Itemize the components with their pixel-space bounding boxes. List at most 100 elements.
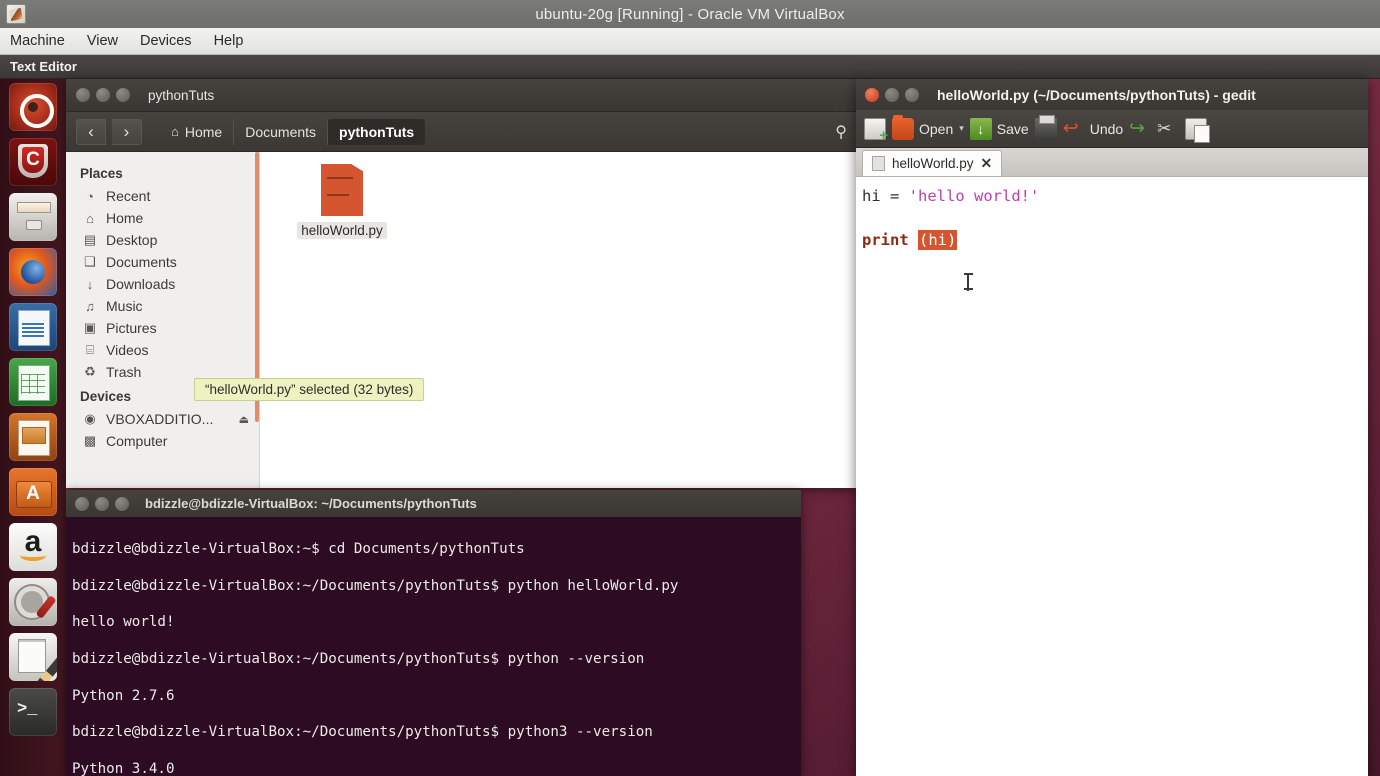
- sidebar-places-header: Places: [80, 166, 123, 181]
- libreoffice-writer-icon[interactable]: [9, 303, 57, 351]
- minimize-icon[interactable]: [95, 496, 109, 511]
- film-icon: ⌸: [86, 342, 94, 357]
- gedit-toolbar: Open ▾ Save ↩ Undo ↪ ✂: [856, 110, 1368, 148]
- firefox-icon[interactable]: [9, 248, 57, 296]
- menu-machine[interactable]: Machine: [10, 33, 65, 49]
- sidebar-item-computer[interactable]: ▩ Computer: [66, 430, 259, 452]
- sidebar-item-label: VBOXADDITIO...: [106, 411, 214, 427]
- home-icon: ⌂: [86, 210, 94, 226]
- breadcrumb-home[interactable]: ⌂ Home: [160, 118, 235, 145]
- tab-label: helloWorld.py: [892, 156, 974, 171]
- screen-root: ubuntu-20g [Running] - Oracle VM Virtual…: [0, 0, 1380, 776]
- camera-icon: ▣: [83, 320, 97, 335]
- sidebar-item-videos[interactable]: ⌸ Videos: [66, 339, 259, 361]
- maximize-icon[interactable]: [116, 88, 130, 102]
- terminal-title: bdizzle@bdizzle-VirtualBox: ~/Documents/…: [145, 496, 477, 511]
- forward-button[interactable]: ›: [112, 118, 142, 145]
- menu-help[interactable]: Help: [214, 33, 244, 49]
- maximize-icon[interactable]: [115, 496, 129, 511]
- ubuntu-dash-icon[interactable]: [9, 83, 57, 131]
- gedit-titlebar: helloWorld.py (~/Documents/pythonTuts) -…: [856, 79, 1368, 110]
- eject-icon[interactable]: ⏏: [239, 413, 249, 426]
- minimize-icon[interactable]: [96, 88, 110, 102]
- cut-button[interactable]: ✂: [1157, 118, 1179, 140]
- sidebar-item-label: Videos: [106, 342, 149, 358]
- print-button[interactable]: [1034, 114, 1057, 140]
- breadcrumb-pythontuts[interactable]: pythonTuts: [328, 118, 426, 145]
- file-list-area[interactable]: helloWorld.py: [260, 152, 857, 488]
- close-icon[interactable]: [76, 88, 90, 102]
- code-editor[interactable]: hi = 'hello world!' print (hi): [856, 177, 1368, 776]
- comodo-shield-icon[interactable]: [9, 138, 57, 186]
- sidebar-item-home[interactable]: ⌂ Home: [66, 207, 259, 229]
- libreoffice-calc-icon[interactable]: [9, 358, 57, 406]
- save-label: Save: [996, 120, 1029, 137]
- maximize-icon[interactable]: [905, 87, 919, 102]
- open-label: Open: [919, 120, 954, 137]
- terminal-output[interactable]: bdizzle@bdizzle-VirtualBox:~$ cd Documen…: [66, 517, 801, 776]
- virtualbox-titlebar: ubuntu-20g [Running] - Oracle VM Virtual…: [0, 0, 1380, 28]
- printer-icon: [1034, 114, 1057, 140]
- file-manager-title: pythonTuts: [148, 87, 215, 103]
- copy-button[interactable]: [1185, 117, 1211, 143]
- menu-view[interactable]: View: [87, 33, 118, 49]
- files-icon[interactable]: [9, 193, 57, 241]
- menu-devices[interactable]: Devices: [140, 33, 192, 49]
- terminal-line: bdizzle@bdizzle-VirtualBox:~/Documents/p…: [72, 724, 653, 741]
- code-selection: (hi): [918, 230, 958, 250]
- file-manager-window: pythonTuts ‹ › ⌂ Home Documents pythonTu…: [66, 79, 857, 488]
- desktop-folder-icon: ▤: [83, 232, 97, 247]
- close-icon[interactable]: [865, 87, 879, 102]
- panel-app-name[interactable]: Text Editor: [10, 59, 77, 74]
- home-icon: ⌂: [171, 124, 179, 139]
- terminal-titlebar: bdizzle@bdizzle-VirtualBox: ~/Documents/…: [66, 490, 801, 517]
- chevron-down-icon[interactable]: ▾: [959, 123, 964, 134]
- search-icon[interactable]: ⚲: [835, 122, 847, 142]
- clock-icon: ◔: [86, 188, 94, 204]
- sidebar-item-label: Documents: [106, 254, 177, 270]
- gedit-tab-bar: helloWorld.py ✕: [856, 148, 1368, 177]
- new-document-button[interactable]: [864, 117, 888, 144]
- back-button[interactable]: ‹: [76, 118, 106, 145]
- close-icon[interactable]: [75, 496, 89, 511]
- file-manager-titlebar: pythonTuts: [66, 79, 857, 112]
- code-variable: hi: [862, 187, 881, 205]
- tab-helloworld[interactable]: helloWorld.py ✕: [862, 150, 1003, 176]
- sidebar-item-music[interactable]: ♫ Music: [66, 295, 259, 317]
- terminal-icon[interactable]: [9, 688, 57, 736]
- code-keyword: print: [862, 231, 909, 249]
- sidebar-item-documents[interactable]: ❑ Documents: [66, 251, 259, 273]
- minimize-icon[interactable]: [885, 87, 899, 102]
- breadcrumb-documents[interactable]: Documents: [234, 118, 329, 145]
- terminal-line: hello world!: [72, 614, 175, 631]
- amazon-icon[interactable]: [9, 523, 57, 571]
- undo-button[interactable]: ↩ Undo: [1063, 118, 1123, 140]
- code-operator: =: [880, 187, 909, 205]
- sidebar-item-pictures[interactable]: ▣ Pictures: [66, 317, 259, 339]
- breadcrumb-home-label: Home: [184, 123, 223, 140]
- sidebar-item-recent[interactable]: ◔ Recent: [66, 185, 259, 207]
- list-item[interactable]: helloWorld.py: [290, 164, 394, 239]
- new-document-icon: [864, 117, 888, 144]
- libreoffice-impress-icon[interactable]: [9, 413, 57, 461]
- sidebar-item-downloads[interactable]: ↓ Downloads: [66, 273, 259, 295]
- save-button[interactable]: Save: [969, 117, 1029, 140]
- redo-button[interactable]: ↪: [1129, 118, 1151, 140]
- sidebar-item-vboxadditions[interactable]: ◉ VBOXADDITIO... ⏏: [66, 408, 259, 430]
- disc-icon: ◉: [84, 411, 96, 426]
- gedit-icon[interactable]: [9, 633, 57, 681]
- ubuntu-software-icon[interactable]: [9, 468, 57, 516]
- file-icon: [872, 156, 885, 171]
- sidebar-item-label: Home: [106, 210, 144, 226]
- sidebar-item-desktop[interactable]: ▤ Desktop: [66, 229, 259, 251]
- file-manager-sidebar: Places ◔ Recent ⌂ Home ▤ Desktop ❑ Docum…: [66, 152, 260, 488]
- terminal-line: Python 2.7.6: [72, 687, 175, 704]
- close-icon[interactable]: ✕: [981, 155, 993, 172]
- ubuntu-top-panel: Text Editor: [0, 55, 1380, 79]
- system-settings-icon[interactable]: [9, 578, 57, 626]
- sidebar-item-label: Computer: [106, 433, 168, 449]
- open-button[interactable]: Open: [892, 114, 954, 140]
- terminal-line: bdizzle@bdizzle-VirtualBox:~/Documents/p…: [72, 577, 679, 594]
- redo-arrow-icon: ↪: [1129, 117, 1146, 139]
